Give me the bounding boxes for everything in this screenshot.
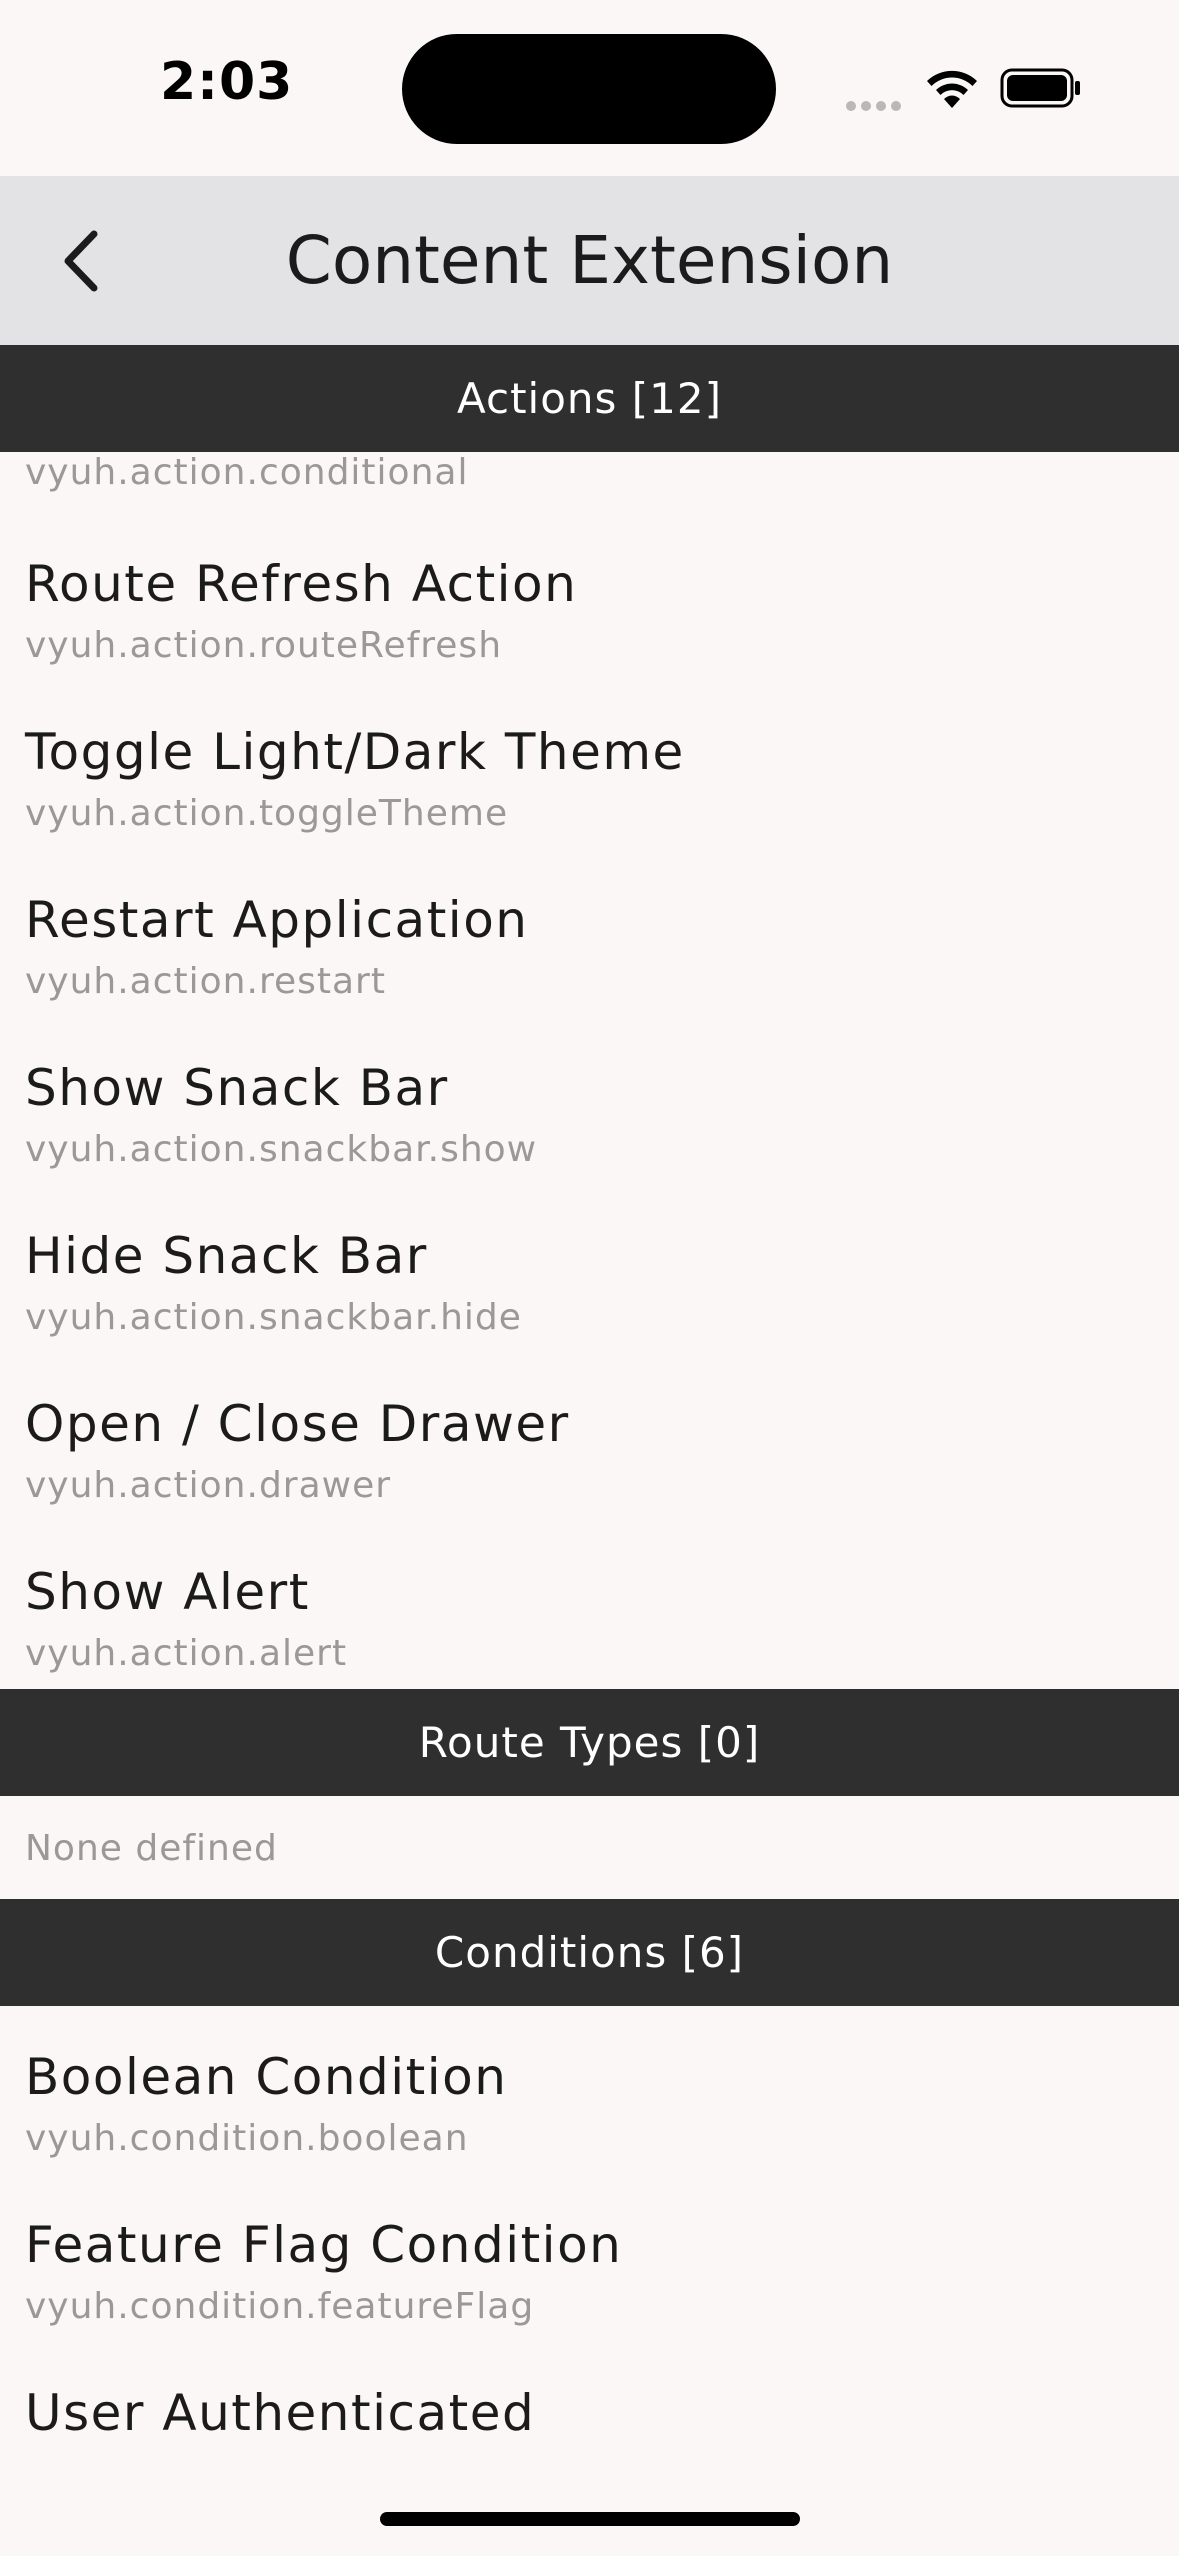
section-header-route-types: Route Types [0] [0,1689,1179,1796]
list-item[interactable]: Show Alert vyuh.action.alert [0,1521,1179,1689]
extension-content-list[interactable]: Actions [12] vyuh.action.conditional Rou… [0,345,1179,2556]
list-item[interactable]: Boolean Condition vyuh.condition.boolean [0,2006,1179,2174]
list-item-subtitle: vyuh.action.restart [25,961,386,1002]
dynamic-island [402,34,776,144]
list-item[interactable]: User Authenticated [0,2342,1179,2510]
list-item[interactable]: Toggle Light/Dark Theme vyuh.action.togg… [0,681,1179,849]
list-item[interactable]: Open / Close Drawer vyuh.action.drawer [0,1353,1179,1521]
empty-state-text: None defined [25,1828,278,1869]
section-header-conditions: Conditions [6] [0,1899,1179,2006]
list-item-title: Show Snack Bar [25,1059,449,1117]
section-header-actions: Actions [12] [0,345,1179,452]
list-item-subtitle: vyuh.condition.featureFlag [25,2286,535,2327]
list-item-title: Show Alert [25,1563,310,1621]
list-item[interactable]: vyuh.action.conditional [0,452,1179,513]
home-indicator[interactable] [380,2512,800,2526]
list-item-title: Hide Snack Bar [25,1227,428,1285]
empty-state: None defined [0,1796,1179,1899]
status-bar: 2:03 [0,0,1179,176]
list-item-subtitle: vyuh.condition.boolean [25,2118,469,2159]
list-item-title: Route Refresh Action [25,555,578,613]
battery-icon [1000,68,1080,108]
list-item[interactable]: Hide Snack Bar vyuh.action.snackbar.hide [0,1185,1179,1353]
navigation-bar: Content Extension [0,176,1179,345]
list-item-subtitle: vyuh.action.conditional [25,452,469,493]
list-item-subtitle: vyuh.action.snackbar.show [25,1129,538,1170]
list-item-subtitle: vyuh.action.drawer [25,1465,392,1506]
chevron-left-icon [64,230,98,292]
list-item[interactable]: Show Snack Bar vyuh.action.snackbar.show [0,1017,1179,1185]
list-item[interactable]: Feature Flag Condition vyuh.condition.fe… [0,2174,1179,2342]
list-item-title: User Authenticated [25,2384,536,2442]
back-button[interactable] [50,216,120,306]
cellular-signal-icon [846,96,906,111]
list-item-subtitle: vyuh.action.snackbar.hide [25,1297,522,1338]
list-item-title: Open / Close Drawer [25,1395,570,1453]
list-item[interactable]: Route Refresh Action vyuh.action.routeRe… [0,513,1179,681]
list-item-title: Boolean Condition [25,2048,508,2106]
wifi-icon [927,70,977,108]
status-time: 2:03 [160,52,294,112]
list-item-subtitle: vyuh.action.routeRefresh [25,625,503,666]
list-item-title: Feature Flag Condition [25,2216,623,2274]
list-item[interactable]: Restart Application vyuh.action.restart [0,849,1179,1017]
page-title: Content Extension [285,222,894,299]
list-item-subtitle: vyuh.action.toggleTheme [25,793,509,834]
list-item-title: Restart Application [25,891,529,949]
list-item-subtitle: vyuh.action.alert [25,1633,348,1674]
list-item-title: Toggle Light/Dark Theme [25,723,685,781]
